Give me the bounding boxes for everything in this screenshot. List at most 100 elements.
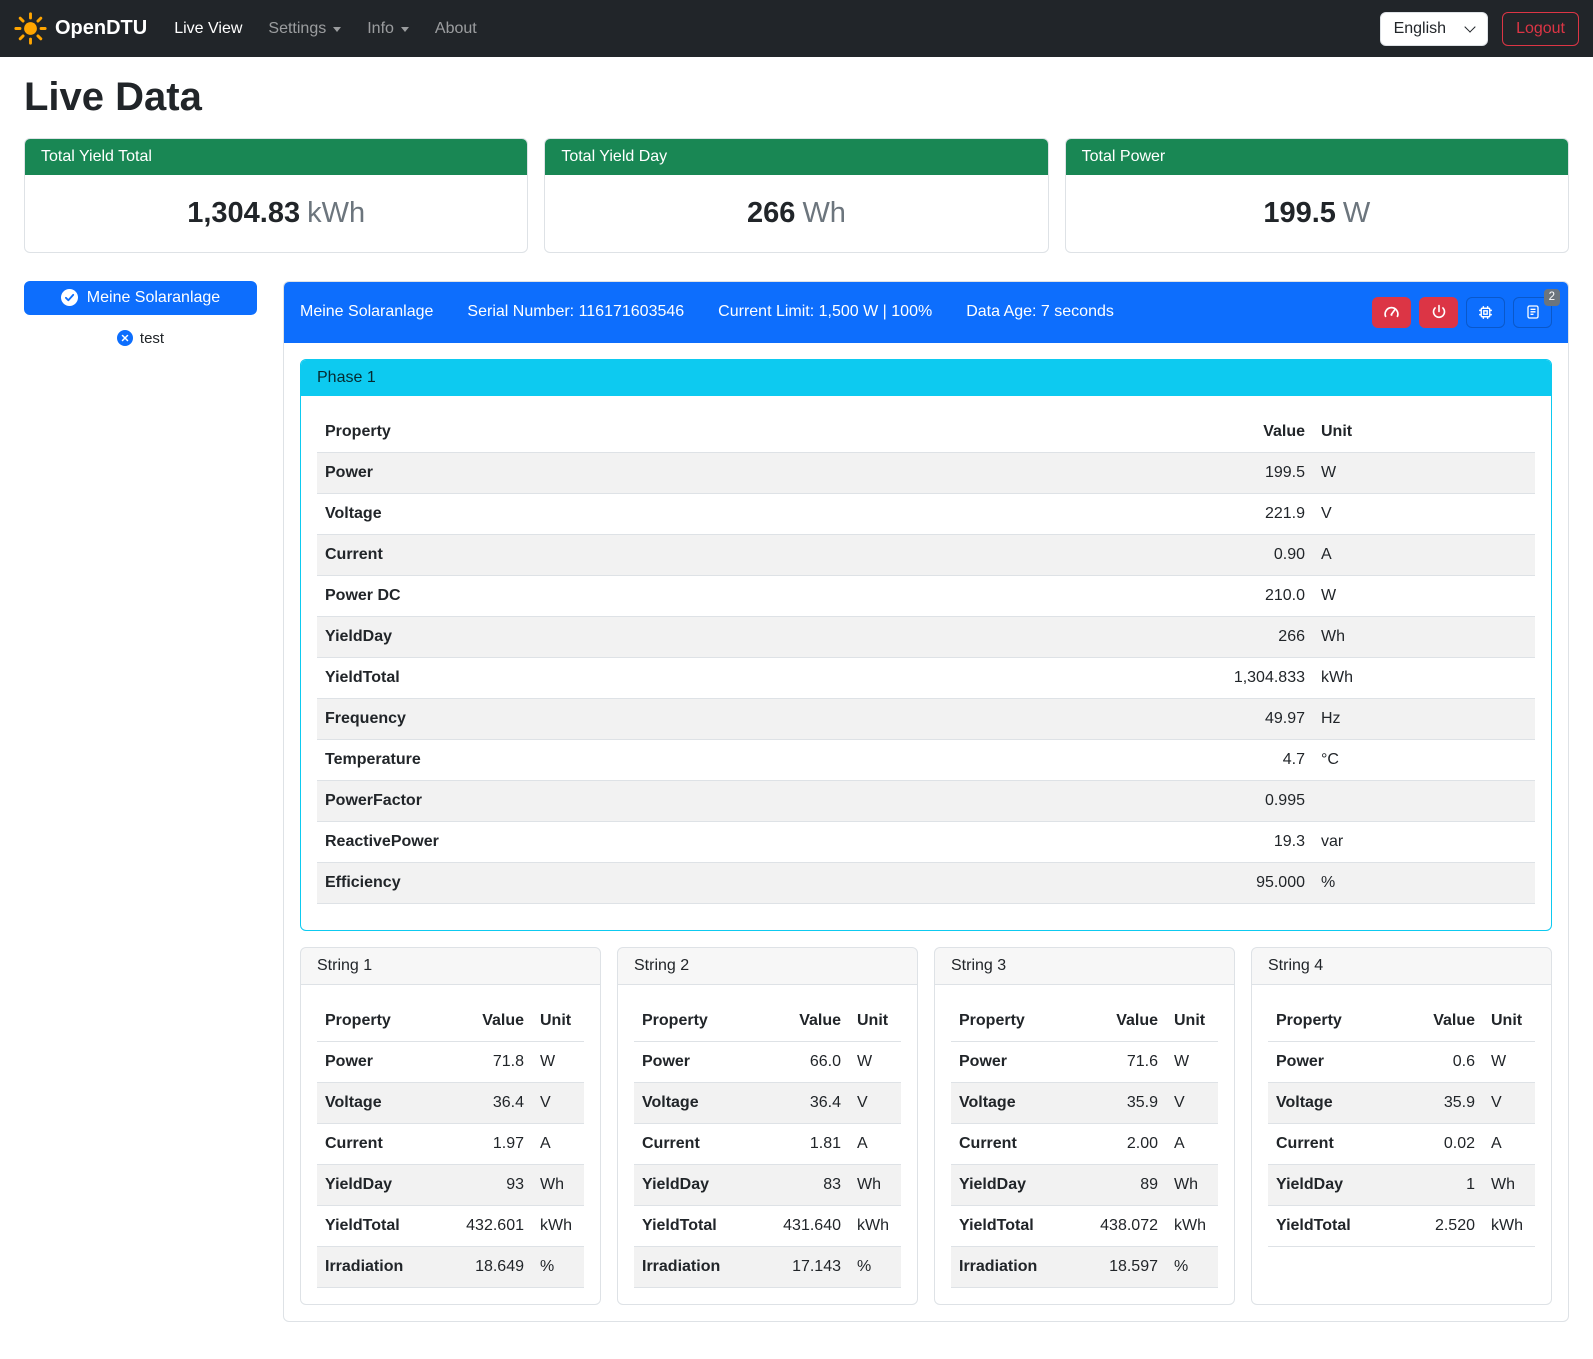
inverter-current-limit: Current Limit: 1,500 W | 100% [718, 303, 932, 321]
brand-label: OpenDTU [55, 17, 147, 40]
table-row: YieldTotal 1,304.833 kWh [317, 657, 1535, 698]
property-value: 35.9 [1399, 1082, 1483, 1123]
property-value: 95.000 [913, 862, 1313, 903]
property-name: YieldTotal [317, 657, 913, 698]
table-row: YieldDay 266 Wh [317, 616, 1535, 657]
nav-links: Live View Settings Info About [161, 12, 490, 46]
phase-card-title: Phase 1 [301, 360, 1551, 396]
sun-icon [14, 12, 47, 45]
language-select[interactable]: English [1380, 12, 1488, 46]
property-name: Voltage [951, 1082, 1072, 1123]
chevron-down-icon [1464, 21, 1475, 32]
column-header-unit: Unit [1166, 1001, 1218, 1042]
brand[interactable]: OpenDTU [14, 12, 147, 45]
event-log-button[interactable]: 2 [1513, 297, 1552, 328]
property-name: Voltage [317, 493, 913, 534]
property-value: 35.9 [1072, 1082, 1166, 1123]
property-unit: Hz [1313, 698, 1535, 739]
property-value: 36.4 [438, 1082, 532, 1123]
nav-item-live-view[interactable]: Live View [161, 12, 255, 46]
nav-item-label: Info [367, 20, 394, 38]
column-header-property: Property [317, 1001, 438, 1042]
property-name: Frequency [317, 698, 913, 739]
property-unit: W [1166, 1041, 1218, 1082]
property-name: YieldTotal [1268, 1205, 1399, 1246]
property-unit: kWh [849, 1205, 901, 1246]
property-value: 36.4 [755, 1082, 849, 1123]
table-row: Power 71.8 W [317, 1041, 584, 1082]
column-header-unit: Unit [532, 1001, 584, 1042]
device-info-button[interactable] [1466, 297, 1505, 328]
table-row: ReactivePower 19.3 var [317, 821, 1535, 862]
property-value: 199.5 [913, 452, 1313, 493]
nav-item-settings[interactable]: Settings [255, 12, 354, 46]
property-name: Voltage [634, 1082, 755, 1123]
power-toggle-button[interactable] [1419, 297, 1458, 328]
string-card-title: String 3 [935, 948, 1234, 985]
property-name: Power [951, 1041, 1072, 1082]
property-unit: A [1166, 1123, 1218, 1164]
nav-item-label: Live View [174, 20, 242, 38]
inverter-sidebar: Meine Solaranlage test [24, 281, 257, 347]
property-unit: Wh [1313, 616, 1535, 657]
property-value: 49.97 [913, 698, 1313, 739]
property-name: YieldDay [951, 1164, 1072, 1205]
logout-button[interactable]: Logout [1502, 12, 1579, 46]
card-value-row: 199.5W [1066, 175, 1568, 252]
property-unit: A [849, 1123, 901, 1164]
x-circle-icon[interactable] [117, 330, 133, 346]
property-name: Power [1268, 1041, 1399, 1082]
column-header-property: Property [634, 1001, 755, 1042]
property-unit: W [1483, 1041, 1535, 1082]
property-value: 0.995 [913, 780, 1313, 821]
string-card-body: Property Value Unit [1252, 985, 1551, 1263]
property-name: YieldTotal [317, 1205, 438, 1246]
nav-item-info[interactable]: Info [354, 12, 422, 46]
inverter-data-age: Data Age: 7 seconds [966, 303, 1114, 321]
card-title: Total Power [1066, 139, 1568, 175]
property-name: Voltage [317, 1082, 438, 1123]
table-row: Power 71.6 W [951, 1041, 1218, 1082]
property-value: 0.6 [1399, 1041, 1483, 1082]
event-count-badge: 2 [1544, 289, 1560, 307]
property-unit: A [1483, 1123, 1535, 1164]
property-value: 1 [1399, 1164, 1483, 1205]
property-value: 83 [755, 1164, 849, 1205]
property-name: Efficiency [317, 862, 913, 903]
property-unit: % [1313, 862, 1535, 903]
nav-item-about[interactable]: About [422, 12, 490, 46]
card-title: Total Yield Day [545, 139, 1047, 175]
property-name: YieldDay [317, 616, 913, 657]
string-card-title: String 1 [301, 948, 600, 985]
property-unit: A [532, 1123, 584, 1164]
sidebar-item-meine-solaranlage[interactable]: Meine Solaranlage [24, 281, 257, 315]
table-row: YieldDay 93 Wh [317, 1164, 584, 1205]
property-value: 1.81 [755, 1123, 849, 1164]
inverter-header-actions: 2 [1372, 297, 1552, 328]
property-unit: Wh [849, 1164, 901, 1205]
string-table-body: Power 71.8 W Voltage 36.4 [317, 1041, 584, 1287]
column-header-property: Property [951, 1001, 1072, 1042]
property-name: Irradiation [951, 1246, 1072, 1287]
column-header-value: Value [438, 1001, 532, 1042]
table-row: Current 1.81 A [634, 1123, 901, 1164]
property-unit: kWh [1313, 657, 1535, 698]
table-row: Power 0.6 W [1268, 1041, 1535, 1082]
property-value: 1.97 [438, 1123, 532, 1164]
sidebar-item-test[interactable]: test [24, 330, 257, 347]
table-row: Temperature 4.7 °C [317, 739, 1535, 780]
property-unit: °C [1313, 739, 1535, 780]
property-unit: V [1313, 493, 1535, 534]
table-row: Voltage 35.9 V [951, 1082, 1218, 1123]
property-value: 2.00 [1072, 1123, 1166, 1164]
string-table: Property Value Unit [1268, 1001, 1535, 1247]
property-unit: kWh [532, 1205, 584, 1246]
column-header-value: Value [1399, 1001, 1483, 1042]
column-header-unit: Unit [1483, 1001, 1535, 1042]
table-row: YieldTotal 438.072 kWh [951, 1205, 1218, 1246]
sidebar-item-label: Meine Solaranlage [87, 289, 220, 307]
table-row: Irradiation 18.649 % [317, 1246, 584, 1287]
sidebar-item-label: test [140, 330, 164, 347]
limit-settings-button[interactable] [1372, 297, 1411, 328]
string-card-body: Property Value Unit [301, 985, 600, 1304]
